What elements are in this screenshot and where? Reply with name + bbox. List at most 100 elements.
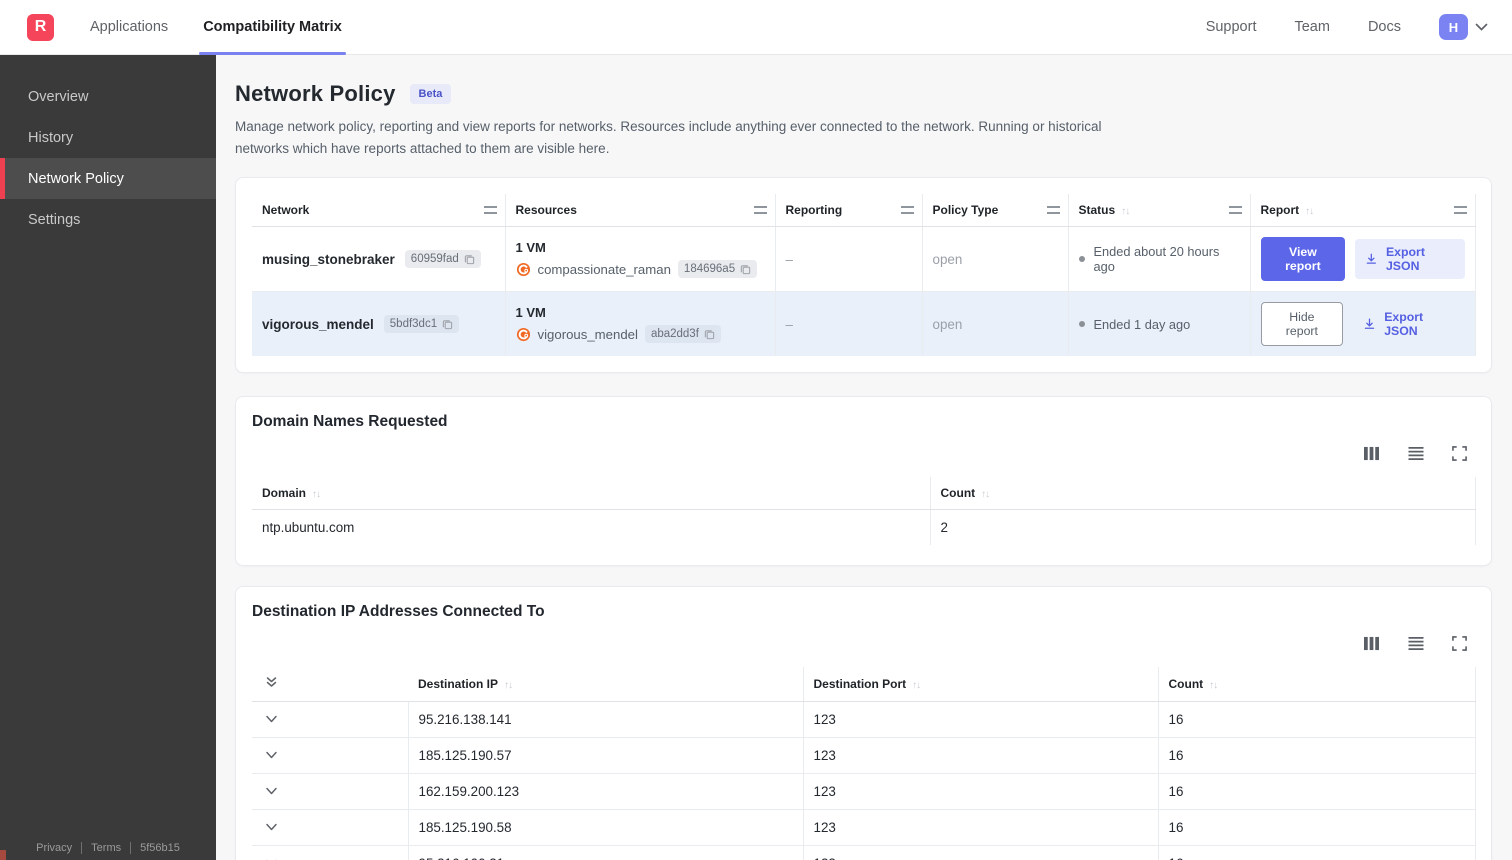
nav-link-support[interactable]: Support (1206, 19, 1257, 35)
networks-table-card: Network Resources Reporting Policy Type (235, 177, 1492, 374)
copy-icon[interactable] (740, 264, 751, 275)
column-header-resources[interactable]: Resources (504, 194, 775, 228)
sidebar: Overview History Network Policy Settings… (0, 55, 216, 860)
sidebar-item-overview[interactable]: Overview (0, 76, 216, 117)
column-header-count[interactable]: Count ↑↓ (929, 477, 1476, 511)
columns-icon[interactable] (1363, 636, 1380, 651)
tab-compatibility-matrix[interactable]: Compatibility Matrix (199, 0, 346, 55)
copy-icon[interactable] (704, 329, 715, 340)
destination-ip-row[interactable]: 95.216.100.21 123 16 (252, 845, 1476, 860)
card-title: Domain Names Requested (252, 413, 448, 431)
resource-id-badge[interactable]: aba2dd3f (644, 325, 721, 344)
nav-link-docs[interactable]: Docs (1368, 19, 1401, 35)
primary-tabs: Applications Compatibility Matrix (90, 0, 346, 55)
column-resize-handle[interactable] (1046, 206, 1060, 215)
column-label: Report (1260, 203, 1300, 218)
resource-name[interactable]: vigorous_mendel (538, 327, 638, 342)
destination-ip-value: 185.125.190.58 (407, 809, 803, 846)
columns-icon[interactable] (1363, 446, 1380, 461)
column-label: Reporting (785, 203, 843, 218)
expand-all-icon[interactable] (265, 676, 278, 689)
network-id-badge[interactable]: 5bdf3dc1 (383, 315, 460, 334)
column-header-network[interactable]: Network (252, 194, 505, 228)
domain-names-card: Domain Names Requested Domain ↑↓ Count ↑… (235, 396, 1492, 567)
column-label: Domain (262, 486, 307, 501)
divider (130, 842, 132, 854)
column-header-count[interactable]: Count ↑↓ (1157, 667, 1476, 703)
view-report-button[interactable]: View report (1260, 237, 1346, 282)
privacy-link[interactable]: Privacy (36, 842, 72, 854)
expand-row-icon[interactable] (265, 715, 278, 724)
nav-link-team[interactable]: Team (1294, 19, 1329, 35)
column-header-domain[interactable]: Domain ↑↓ (252, 477, 930, 511)
destination-ip-row[interactable]: 185.125.190.57 123 16 (252, 737, 1476, 774)
hide-report-button[interactable]: Hide report (1260, 302, 1344, 347)
column-label: Destination IP (418, 677, 499, 692)
avatar[interactable]: H (1439, 14, 1468, 40)
user-menu[interactable]: H (1439, 14, 1488, 40)
sidebar-item-settings[interactable]: Settings (0, 199, 216, 240)
export-json-label: Export JSON (1385, 245, 1425, 274)
domain-row[interactable]: ntp.ubuntu.com 2 (252, 509, 1476, 546)
domain-table: Domain ↑↓ Count ↑↓ ntp.ubuntu.com 2 (252, 477, 1476, 546)
destination-ip-row[interactable]: 185.125.190.58 123 16 (252, 809, 1476, 846)
resource-name[interactable]: compassionate_raman (538, 262, 671, 277)
sort-icon[interactable]: ↑↓ (312, 489, 321, 500)
column-header-reporting[interactable]: Reporting (774, 194, 922, 228)
network-id: 5bdf3dc1 (389, 318, 438, 331)
network-row-musing-stonebraker[interactable]: musing_stonebraker 60959fad 1 VM compass… (252, 226, 1476, 292)
destination-ip-row[interactable]: 162.159.200.123 123 16 (252, 773, 1476, 810)
column-header-report[interactable]: Report ↑↓ (1249, 194, 1476, 228)
column-header-status[interactable]: Status ↑↓ (1067, 194, 1250, 228)
table-toolbar (252, 446, 1467, 462)
column-resize-handle[interactable] (1228, 206, 1242, 215)
destination-ip-value: 95.216.100.21 (407, 845, 803, 860)
column-resize-handle[interactable] (900, 206, 914, 215)
column-header-destination-ip[interactable]: Destination IP ↑↓ (408, 667, 803, 703)
clipped-bottom-left-element (0, 850, 6, 860)
fullscreen-icon[interactable] (1452, 636, 1467, 652)
sort-icon[interactable]: ↑↓ (504, 680, 513, 691)
sort-icon[interactable]: ↑↓ (981, 489, 990, 500)
network-row-vigorous-mendel[interactable]: vigorous_mendel 5bdf3dc1 1 VM vigorous_m… (252, 291, 1476, 357)
resource-id-badge[interactable]: 184696a5 (677, 260, 758, 279)
expand-row-icon[interactable] (265, 787, 278, 796)
sort-icon[interactable]: ↑↓ (912, 680, 921, 691)
main-content: Network Policy Beta Manage network polic… (216, 55, 1512, 860)
terms-link[interactable]: Terms (91, 842, 121, 854)
row-density-icon[interactable] (1407, 636, 1425, 651)
expand-row-icon[interactable] (265, 823, 278, 832)
copy-icon[interactable] (442, 319, 453, 330)
network-id-badge[interactable]: 60959fad (404, 250, 481, 269)
count-value: 16 (1157, 845, 1476, 860)
column-resize-handle[interactable] (1453, 206, 1467, 215)
destination-ip-table: Destination IP ↑↓ Destination Port ↑↓ Coun… (252, 667, 1476, 860)
column-resize-handle[interactable] (483, 206, 497, 215)
tab-applications[interactable]: Applications (90, 0, 168, 55)
page-title: Network Policy (235, 81, 396, 106)
destination-port-value: 123 (802, 701, 1158, 738)
status-text: Ended about 20 hours ago (1093, 244, 1220, 275)
chevron-down-icon (1475, 23, 1488, 31)
vm-icon (516, 327, 530, 341)
sort-icon[interactable]: ↑↓ (1209, 680, 1218, 691)
sort-icon[interactable]: ↑↓ (1121, 206, 1130, 217)
expand-all-header[interactable] (252, 667, 408, 703)
export-json-button[interactable]: Export JSON (1353, 304, 1464, 344)
fullscreen-icon[interactable] (1452, 446, 1467, 462)
destination-ip-row[interactable]: 95.216.138.141 123 16 (252, 701, 1476, 738)
sort-icon[interactable]: ↑↓ (1305, 206, 1314, 217)
app-logo[interactable]: R (27, 13, 54, 41)
row-density-icon[interactable] (1407, 446, 1425, 461)
column-header-destination-port[interactable]: Destination Port ↑↓ (802, 667, 1158, 703)
column-resize-handle[interactable] (753, 206, 767, 215)
table-header-row: Domain ↑↓ Count ↑↓ (252, 477, 1476, 511)
sidebar-item-history[interactable]: History (0, 117, 216, 158)
reporting-value: – (774, 226, 922, 292)
destination-ip-value: 95.216.138.141 (407, 701, 803, 738)
sidebar-item-network-policy[interactable]: Network Policy (0, 158, 216, 199)
column-header-policy-type[interactable]: Policy Type (921, 194, 1068, 228)
export-json-button[interactable]: Export JSON (1355, 239, 1465, 280)
copy-icon[interactable] (464, 254, 475, 265)
expand-row-icon[interactable] (265, 751, 278, 760)
